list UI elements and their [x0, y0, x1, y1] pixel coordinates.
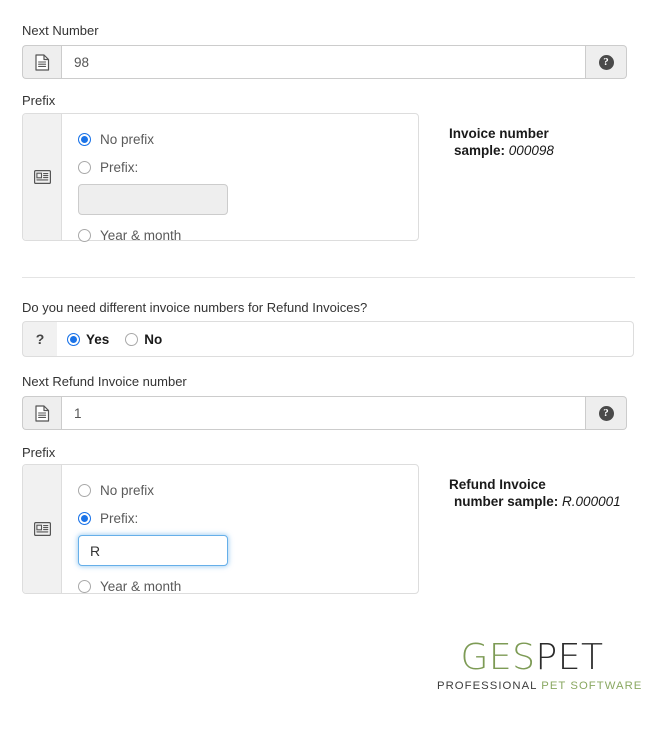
invoice-prefix-option-label: No prefix	[100, 131, 155, 147]
refund-prefix-label: Prefix	[22, 445, 56, 460]
invoice-sample-label: sample:	[454, 143, 506, 158]
logo-brand-text: GESPET	[437, 638, 627, 678]
refund-number-sample: Refund Invoice number sample: R.000001	[449, 476, 644, 510]
logo-tagline: PROFESSIONAL PET SOFTWARE	[437, 679, 641, 693]
refund-next-number-input-group: ?	[22, 396, 627, 430]
invoice-prefix-option-label: Prefix:	[100, 159, 139, 175]
invoice-prefix-option-year-month[interactable]: Year & month	[78, 224, 418, 246]
invoice-prefix-panel: No prefix Prefix: Year & month	[22, 113, 419, 243]
refund-sample-line2: number sample: R.000001	[449, 493, 644, 510]
refund-prefix-option-prefix[interactable]: Prefix:	[78, 507, 418, 529]
invoice-prefix-option-prefix[interactable]: Prefix:	[78, 156, 418, 178]
refund-sample-value: R.000001	[562, 494, 621, 509]
refund-prefix-panel: No prefix Prefix: Year & month	[22, 464, 419, 594]
refund-prefix-option-no-prefix[interactable]: No prefix	[78, 479, 418, 501]
invoice-prefix-text-input[interactable]	[78, 184, 228, 215]
refund-next-number-input[interactable]	[61, 396, 586, 430]
refund-sample-label: number sample:	[454, 494, 559, 509]
section-divider	[22, 277, 635, 278]
question-mark-icon: ?	[35, 331, 45, 347]
file-text-icon	[22, 396, 61, 430]
refund-question-option-label: Yes	[86, 331, 110, 347]
logo-tagline-part1: PROFESSIONAL	[437, 680, 538, 692]
address-card-icon	[23, 465, 62, 593]
logo-brand-part1: GES	[460, 637, 536, 678]
help-icon: ?	[598, 405, 614, 421]
invoice-sample-value: 000098	[508, 143, 554, 158]
radio-indicator[interactable]	[78, 228, 91, 242]
next-number-input-group: ?	[22, 45, 627, 79]
refund-prefix-text-input[interactable]	[78, 535, 228, 566]
radio-indicator[interactable]	[67, 332, 80, 346]
question-mark-addon: ?	[22, 321, 57, 357]
radio-indicator[interactable]	[78, 579, 91, 593]
radio-indicator[interactable]	[78, 483, 91, 497]
gespet-logo: GESPET PROFESSIONAL PET SOFTWARE	[437, 638, 641, 693]
file-text-icon	[22, 45, 61, 79]
refund-sample-line1: Refund Invoice	[449, 477, 546, 492]
refund-prefix-option-year-month[interactable]: Year & month	[78, 575, 418, 597]
invoice-numbering-settings-page: Next Number ? Prefix No prefix	[0, 0, 649, 730]
invoice-sample-line2: sample: 000098	[449, 142, 639, 159]
refund-question-option-no[interactable]: No	[125, 332, 162, 347]
refund-question-group: ? Yes No	[22, 321, 634, 357]
refund-question-option-yes[interactable]: Yes	[67, 332, 109, 347]
address-card-icon	[23, 114, 62, 240]
next-number-input[interactable]	[61, 45, 586, 79]
refund-next-number-help-button[interactable]: ?	[586, 396, 627, 430]
next-number-label: Next Number	[22, 23, 99, 38]
radio-indicator[interactable]	[78, 160, 91, 174]
help-icon: ?	[598, 54, 614, 70]
refund-prefix-option-label: Year & month	[100, 578, 182, 594]
refund-question-label: Do you need different invoice numbers fo…	[22, 300, 368, 315]
invoice-prefix-option-label: Year & month	[100, 227, 182, 243]
refund-prefix-option-label: Prefix:	[100, 510, 139, 526]
logo-tagline-part2: PET SOFTWARE	[537, 680, 643, 692]
radio-indicator[interactable]	[125, 332, 139, 346]
logo-brand-part2: PET	[535, 637, 604, 678]
refund-prefix-option-label: No prefix	[100, 482, 155, 498]
refund-next-number-label: Next Refund Invoice number	[22, 374, 187, 389]
next-number-help-button[interactable]: ?	[586, 45, 627, 79]
refund-question-option-label: No	[144, 331, 163, 347]
invoice-prefix-options: No prefix Prefix: Year & month	[62, 114, 418, 243]
invoice-number-sample: Invoice number sample: 000098	[449, 125, 639, 159]
invoice-prefix-label: Prefix	[22, 93, 56, 108]
refund-question-options: Yes No	[57, 321, 634, 357]
invoice-sample-line1: Invoice number	[449, 126, 549, 141]
refund-prefix-options: No prefix Prefix: Year & month	[62, 465, 418, 594]
invoice-prefix-option-no-prefix[interactable]: No prefix	[78, 128, 418, 150]
radio-indicator[interactable]	[78, 132, 91, 146]
radio-indicator[interactable]	[78, 511, 91, 525]
